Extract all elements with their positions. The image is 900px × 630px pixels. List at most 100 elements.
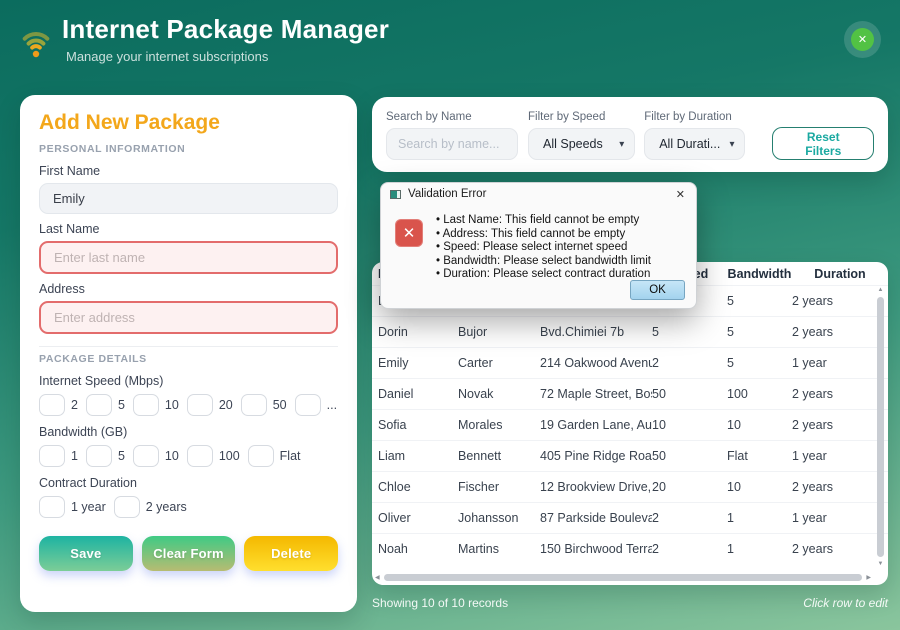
cell-speed: 2 — [652, 511, 727, 525]
cell-first-name: Daniel — [378, 387, 458, 401]
cell-bandwidth: 100 — [727, 387, 792, 401]
speed-option: 10 — [133, 394, 179, 416]
speed-option-label: 10 — [165, 398, 179, 412]
vertical-scroll-thumb[interactable] — [877, 297, 884, 557]
cell-bandwidth: 10 — [727, 418, 792, 432]
app-close-button[interactable]: ✕ — [851, 28, 874, 51]
speed-option-label: 2 — [71, 398, 78, 412]
horizontal-scrollbar[interactable]: ◀ ▶ — [375, 572, 871, 583]
bandwidth-checkbox[interactable] — [86, 445, 112, 467]
cell-address: 87 Parkside Boulevar... — [540, 511, 652, 525]
table-row[interactable]: Dorin Bujor Bvd.Chimiei 7b 5 5 2 years — [372, 316, 888, 347]
cell-speed: 2 — [652, 542, 727, 556]
cell-address: 150 Birchwood Terra... — [540, 542, 652, 556]
cell-address: 12 Brookview Drive, ... — [540, 480, 652, 494]
error-list: Last Name: This field cannot be empty Ad… — [436, 214, 651, 282]
bandwidth-checkbox[interactable] — [39, 445, 65, 467]
speed-checkbox[interactable] — [295, 394, 321, 416]
cell-bandwidth: Flat — [727, 449, 792, 463]
address-field[interactable] — [39, 301, 338, 334]
cell-first-name: Oliver — [378, 511, 458, 525]
bandwidth-option: 100 — [187, 445, 240, 467]
cell-last-name: Johansson — [458, 511, 540, 525]
cell-bandwidth: 5 — [727, 356, 792, 370]
bandwidth-checkbox[interactable] — [248, 445, 274, 467]
bandwidth-option: 5 — [86, 445, 125, 467]
scroll-right-icon[interactable]: ▶ — [866, 574, 871, 582]
delete-button[interactable]: Delete — [244, 536, 338, 571]
duration-option: 2 years — [114, 496, 187, 518]
edit-hint: Click row to edit — [803, 596, 888, 610]
duration-option: 1 year — [39, 496, 106, 518]
table-header-cell: Duration — [792, 267, 888, 281]
horizontal-scroll-thumb[interactable] — [384, 574, 863, 581]
speed-checkbox[interactable] — [187, 394, 213, 416]
speed-checkbox[interactable] — [133, 394, 159, 416]
reset-filters-button[interactable]: Reset Filters — [772, 127, 874, 160]
table-row[interactable]: Daniel Novak 72 Maple Street, Bos... 50 … — [372, 378, 888, 409]
dialog-app-icon — [390, 190, 401, 199]
duration-checkbox[interactable] — [39, 496, 65, 518]
speed-filter-dropdown[interactable]: All Speeds ▾ — [528, 128, 635, 160]
speed-checkbox[interactable] — [39, 394, 65, 416]
scroll-left-icon[interactable]: ◀ — [375, 574, 380, 582]
bandwidth-option-label: 5 — [118, 449, 125, 463]
table-row[interactable]: Sofia Morales 19 Garden Lane, Aus... 10 … — [372, 409, 888, 440]
speed-option: 5 — [86, 394, 125, 416]
cell-duration: 2 years — [792, 387, 888, 401]
scroll-down-icon[interactable]: ▼ — [878, 560, 884, 568]
filter-duration-label: Filter by Duration — [644, 111, 745, 123]
speed-checkbox[interactable] — [86, 394, 112, 416]
address-label: Address — [39, 281, 338, 297]
speed-checkbox[interactable] — [241, 394, 267, 416]
dialog-titlebar[interactable]: Validation Error ✕ — [381, 183, 696, 205]
speed-option: 50 — [241, 394, 287, 416]
first-name-field[interactable] — [39, 183, 338, 214]
cell-duration: 1 year — [792, 356, 888, 370]
clear-form-button[interactable]: Clear Form — [142, 536, 236, 571]
scroll-up-icon[interactable]: ▲ — [878, 286, 884, 294]
cell-address: 214 Oakwood Avenu... — [540, 356, 652, 370]
record-count: Showing 10 of 10 records — [372, 596, 508, 610]
table-row[interactable]: Noah Martins 150 Birchwood Terra... 2 1 … — [372, 533, 888, 564]
table-header-cell: Bandwidth — [727, 267, 792, 281]
cell-last-name: Carter — [458, 356, 540, 370]
cell-first-name: Sofia — [378, 418, 458, 432]
cell-last-name: Novak — [458, 387, 540, 401]
cell-bandwidth: 5 — [727, 294, 792, 308]
chevron-down-icon: ▾ — [619, 139, 624, 150]
error-icon: ✕ — [395, 219, 423, 247]
vertical-scrollbar[interactable]: ▲ ▼ — [875, 286, 886, 568]
table-row[interactable]: Emily Carter 214 Oakwood Avenu... 2 5 1 … — [372, 347, 888, 378]
error-item: Bandwidth: Please select bandwidth limit — [436, 255, 651, 269]
duration-filter-dropdown[interactable]: All Durati... ▾ — [644, 128, 745, 160]
page-subtitle: Manage your internet subscriptions — [66, 49, 268, 64]
save-button[interactable]: Save — [39, 536, 133, 571]
cell-speed: 5 — [652, 325, 727, 339]
cell-first-name: Liam — [378, 449, 458, 463]
speed-group-label: Internet Speed (Mbps) — [39, 373, 338, 389]
last-name-field[interactable] — [39, 241, 338, 274]
cell-last-name: Bujor — [458, 325, 540, 339]
cell-duration: 1 year — [792, 449, 888, 463]
dialog-close-icon[interactable]: ✕ — [674, 188, 687, 201]
cell-first-name: Chloe — [378, 480, 458, 494]
ok-button[interactable]: OK — [630, 280, 685, 300]
cell-duration: 2 years — [792, 325, 888, 339]
bandwidth-group-label: Bandwidth (GB) — [39, 424, 338, 440]
bandwidth-checkbox[interactable] — [187, 445, 213, 467]
table-row[interactable]: Chloe Fischer 12 Brookview Drive, ... 20… — [372, 471, 888, 502]
error-item: Duration: Please select contract duratio… — [436, 268, 651, 282]
bandwidth-option-label: Flat — [280, 449, 301, 463]
speed-option: 20 — [187, 394, 233, 416]
cell-duration: 1 year — [792, 511, 888, 525]
speed-option-label: 20 — [219, 398, 233, 412]
table-row[interactable]: Liam Bennett 405 Pine Ridge Road... 50 F… — [372, 440, 888, 471]
bandwidth-checkbox[interactable] — [133, 445, 159, 467]
cell-first-name: Noah — [378, 542, 458, 556]
duration-checkbox[interactable] — [114, 496, 140, 518]
table-row[interactable]: Oliver Johansson 87 Parkside Boulevar...… — [372, 502, 888, 533]
cell-first-name: Dorin — [378, 325, 458, 339]
cell-duration: 2 years — [792, 542, 888, 556]
search-input[interactable] — [386, 128, 518, 160]
